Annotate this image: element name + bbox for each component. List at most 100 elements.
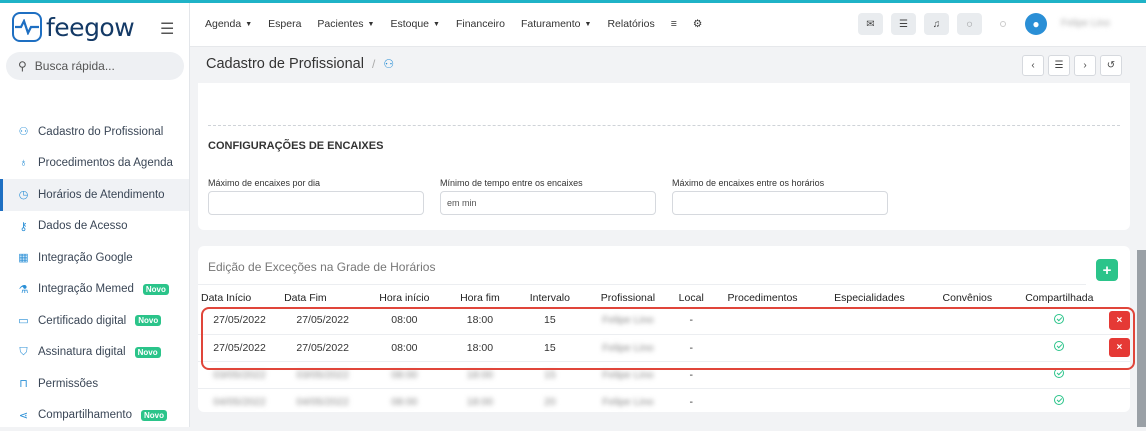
search-placeholder: Busca rápida... — [35, 59, 115, 73]
chat-icon[interactable]: ◌ — [957, 13, 982, 35]
sidebar-item-cadastro[interactable]: ⚇ Cadastro do Profissional — [0, 116, 189, 148]
sidebar-item-permissoes[interactable]: ⊓ Permissões — [0, 368, 189, 400]
sidebar-item-compartilhamento[interactable]: ⋖CompartilhamentoNovo — [0, 400, 189, 431]
list-button[interactable]: ☰ — [1048, 55, 1070, 76]
max-encaixes-dia-input[interactable] — [208, 191, 424, 215]
logo[interactable]: feegow — [12, 12, 134, 42]
toolbar-buttons: ✉ ☰ ♫ ◌ — [858, 13, 982, 35]
sidebar-item-certificado[interactable]: ▭Certificado digitalNovo — [0, 305, 189, 337]
flask-icon: ⚗ — [18, 283, 29, 295]
nav-estoque[interactable]: Estoque▼ — [390, 18, 439, 30]
clock-icon: ◷ — [18, 189, 29, 201]
new-badge: Novo — [135, 315, 161, 326]
sidebar-item-assinatura[interactable]: ⛉Assinatura digitalNovo — [0, 337, 189, 369]
avatar[interactable]: ● — [1025, 13, 1047, 35]
new-badge: Novo — [143, 284, 169, 295]
cell-data-fim: 04/05/2022 — [281, 388, 364, 415]
column-header[interactable]: Convênios — [925, 289, 1010, 307]
main-nav: Agenda▼ Espera Pacientes▼ Estoque▼ Finan… — [205, 18, 702, 30]
user-icon: ⚇ — [18, 126, 29, 138]
chevron-down-icon: ▼ — [245, 21, 252, 28]
checklist-icon[interactable]: ☰ — [891, 13, 916, 35]
sidebar-menu: ⚇ Cadastro do Profissional ♁ Procedimentos… — [0, 116, 189, 431]
user-icon: ⚇ — [383, 57, 394, 71]
column-header[interactable]: Local — [671, 289, 711, 307]
column-header[interactable]: Data Início — [198, 289, 281, 307]
column-header[interactable]: Especialidades — [814, 289, 925, 307]
nav-espera[interactable]: Espera — [268, 18, 301, 30]
highlight-box — [201, 307, 1135, 370]
chevron-down-icon: ▼ — [368, 21, 375, 28]
chevron-down-icon: ▼ — [585, 21, 592, 28]
hamburger-menu-icon[interactable]: ☰ — [160, 19, 174, 39]
search-icon: ⚲ — [18, 59, 27, 73]
nav-relatorios[interactable]: Relatórios — [607, 18, 654, 30]
sidebar-item-dados-acesso[interactable]: ⚷ Dados de Acesso — [0, 211, 189, 243]
sidebar-item-label: Dados de Acesso — [38, 220, 128, 232]
cell-data-inicio: 04/05/2022 — [198, 388, 281, 415]
bell-icon[interactable]: ♫ — [924, 13, 949, 35]
sidebar: feegow ☰ ⚲ Busca rápida... ⚇ Cadastro do … — [0, 3, 190, 427]
next-button[interactable]: › — [1074, 55, 1096, 76]
column-header[interactable]: Compartilhada — [1010, 289, 1109, 307]
column-header[interactable]: Hora início — [364, 289, 444, 307]
nav-pacientes[interactable]: Pacientes▼ — [317, 18, 374, 30]
lock-icon: ⊓ — [18, 378, 29, 390]
sidebar-item-label: Integração Google — [38, 252, 133, 264]
column-header[interactable]: Intervalo — [515, 289, 584, 307]
nav-faturamento[interactable]: Faturamento▼ — [521, 18, 591, 30]
page-header: Cadastro de Profissional / ⚇ ‹ ☰ › ↺ — [190, 47, 1146, 83]
breadcrumb: Cadastro de Profissional / ⚇ — [206, 56, 394, 72]
database-icon[interactable]: ≡ — [671, 18, 677, 30]
column-header[interactable]: Hora fim — [445, 289, 516, 307]
sidebar-item-label: Procedimentos da Agenda — [38, 157, 173, 169]
page-nav-buttons: ‹ ☰ › ↺ — [1022, 55, 1122, 76]
user-name[interactable]: Felipe Lino — [1061, 18, 1110, 29]
table-header: Data Início Data Fim Hora início Hora fi… — [198, 289, 1130, 307]
encaixes-card: CONFIGURAÇÕES DE ENCAIXES Máximo de enca… — [198, 83, 1130, 230]
table-row[interactable]: 04/05/2022 04/05/2022 08:00 18:00 20 Fel… — [198, 388, 1130, 415]
key-icon: ⚷ — [18, 220, 29, 232]
divider — [198, 284, 1086, 285]
field-label: Máximo de encaixes por dia — [208, 178, 320, 188]
sidebar-item-integracao-memed[interactable]: ⚗ Integração Memed Novo — [0, 274, 189, 306]
field-label: Máximo de encaixes entre os horários — [672, 178, 824, 188]
sidebar-item-procedimentos[interactable]: ♁ Procedimentos da Agenda — [0, 148, 189, 180]
sidebar-item-label: Integração Memed — [38, 283, 134, 295]
inbox-icon[interactable]: ✉ — [858, 13, 883, 35]
check-circle-icon — [1054, 395, 1064, 405]
cell-hora-inicio: 08:00 — [364, 388, 444, 415]
sidebar-item-integracao-google[interactable]: ▦Integração Google — [0, 242, 189, 274]
column-header[interactable]: Profissional — [584, 289, 671, 307]
previous-button[interactable]: ‹ — [1022, 55, 1044, 76]
field-label: Mínimo de tempo entre os encaixes — [440, 178, 583, 188]
search-input[interactable]: ⚲ Busca rápida... — [6, 52, 184, 80]
sidebar-item-label: Assinatura digital — [38, 346, 126, 358]
logo-icon — [12, 12, 42, 42]
stethoscope-icon: ♁ — [18, 157, 29, 169]
nav-agenda[interactable]: Agenda▼ — [205, 18, 252, 30]
status-dot — [1000, 21, 1006, 27]
share-icon: ⋖ — [18, 409, 29, 421]
history-button[interactable]: ↺ — [1100, 55, 1122, 76]
sidebar-item-label: Cadastro do Profissional — [38, 126, 163, 138]
column-header[interactable]: Procedimentos — [711, 289, 814, 307]
cell-profissional: Felipe Lino — [584, 388, 671, 415]
breadcrumb-separator: / — [372, 57, 375, 71]
column-header[interactable]: Data Fim — [281, 289, 364, 307]
cell-intervalo: 20 — [515, 388, 584, 415]
min-tempo-encaixes-input[interactable]: em min — [440, 191, 656, 215]
card-title: Edição de Exceções na Grade de Horários — [208, 260, 435, 274]
section-title: CONFIGURAÇÕES DE ENCAIXES — [208, 140, 383, 152]
add-exception-button[interactable]: + — [1096, 259, 1118, 281]
scrollbar[interactable] — [1137, 250, 1146, 427]
sidebar-item-label: Certificado digital — [38, 315, 126, 327]
sidebar-item-horarios[interactable]: ◷Horários de Atendimento — [0, 179, 189, 211]
top-navbar: Agenda▼ Espera Pacientes▼ Estoque▼ Finan… — [190, 3, 1146, 47]
gear-icon[interactable]: ⚙ — [693, 18, 702, 30]
sidebar-item-label: Permissões — [38, 378, 98, 390]
new-badge: Novo — [141, 410, 167, 421]
page-title: Cadastro de Profissional — [206, 56, 364, 72]
nav-financeiro[interactable]: Financeiro — [456, 18, 505, 30]
max-encaixes-horarios-input[interactable] — [672, 191, 888, 215]
